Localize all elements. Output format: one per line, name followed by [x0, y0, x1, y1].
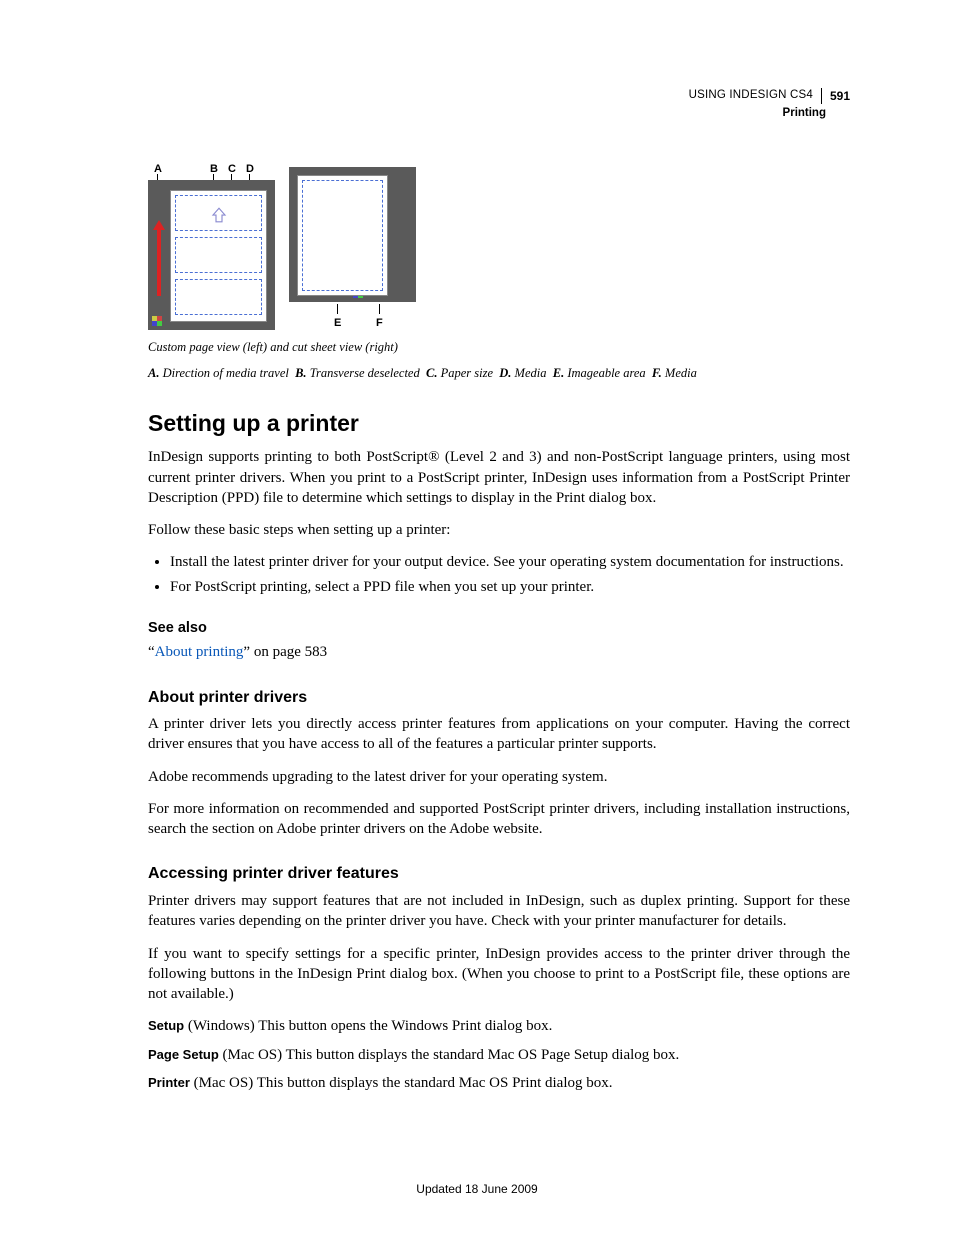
body-paragraph: Printer drivers may support features tha…	[148, 891, 850, 932]
page: USING INDESIGN CS4 591 Printing A B C D	[0, 0, 954, 1235]
bullet-list: Install the latest printer driver for yo…	[148, 552, 850, 597]
definition-row: Page Setup (Mac OS) This button displays…	[148, 1045, 850, 1065]
page-header: USING INDESIGN CS4 591 Printing	[689, 88, 850, 122]
figure-caption-title: Custom page view (left) and cut sheet vi…	[148, 338, 850, 356]
figure-right: E F	[289, 167, 416, 330]
figure-block: A B C D	[148, 162, 850, 382]
term-printer: Printer	[148, 1075, 190, 1090]
definition-text: (Windows) This button opens the Windows …	[184, 1018, 552, 1034]
list-item: Install the latest printer driver for yo…	[170, 552, 850, 572]
figure-left: A B C D	[148, 162, 275, 330]
definition-row: Printer (Mac OS) This button displays th…	[148, 1073, 850, 1093]
figure-key: A. Direction of media travel B. Transver…	[148, 364, 850, 382]
heading-accessing-printer-driver-features: Accessing printer driver features	[148, 863, 850, 885]
header-section: Printing	[689, 106, 850, 122]
footer-updated: Updated 18 June 2009	[0, 1181, 954, 1197]
header-page-number: 591	[821, 88, 850, 104]
see-also-line: “About printing” on page 583	[148, 642, 850, 662]
fig-label-f: F	[376, 316, 383, 331]
up-outline-icon	[210, 206, 228, 224]
body-paragraph: Follow these basic steps when setting up…	[148, 520, 850, 540]
heading-setting-up-a-printer: Setting up a printer	[148, 408, 850, 439]
content: A B C D	[148, 162, 850, 1093]
list-item: For PostScript printing, select a PPD fi…	[170, 577, 850, 597]
link-about-printing[interactable]: About printing	[155, 644, 244, 660]
media-travel-arrow-icon	[154, 220, 164, 296]
fig-label-e: E	[334, 316, 341, 331]
definition-text: (Mac OS) This button displays the standa…	[190, 1075, 613, 1091]
definition-row: Setup (Windows) This button opens the Wi…	[148, 1016, 850, 1036]
body-paragraph: Adobe recommends upgrading to the latest…	[148, 767, 850, 787]
cut-sheet-view	[289, 167, 416, 302]
body-paragraph: For more information on recommended and …	[148, 799, 850, 840]
body-paragraph: A printer driver lets you directly acces…	[148, 714, 850, 755]
heading-see-also: See also	[148, 619, 850, 639]
body-paragraph: If you want to specify settings for a sp…	[148, 944, 850, 1005]
heading-about-printer-drivers: About printer drivers	[148, 687, 850, 709]
header-title: USING INDESIGN CS4	[689, 88, 813, 104]
definition-text: (Mac OS) This button displays the standa…	[219, 1047, 680, 1063]
custom-page-view	[148, 180, 275, 330]
term-setup: Setup	[148, 1018, 184, 1033]
body-paragraph: InDesign supports printing to both PostS…	[148, 447, 850, 508]
color-swatch-icon	[152, 316, 162, 326]
term-page-setup: Page Setup	[148, 1047, 219, 1062]
